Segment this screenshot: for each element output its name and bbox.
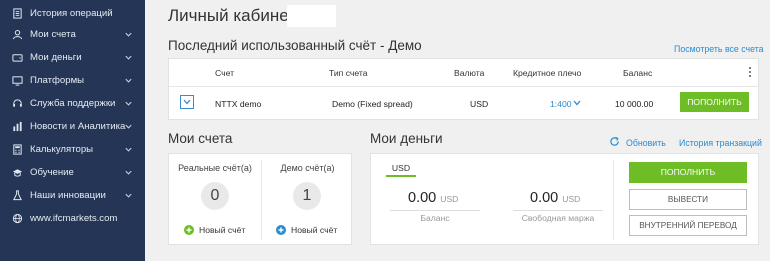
my-money-title: Мои деньги: [370, 131, 443, 146]
sidebar-item-label: Калькуляторы: [30, 144, 94, 155]
refresh-icon[interactable]: [609, 136, 620, 147]
calculator-icon: [10, 143, 24, 157]
demo-accounts-column: Демо счёт(а) 1 Новый счёт: [261, 160, 353, 240]
last-account-table: Счет Тип счета Валюта Кредитное плечо Ба…: [168, 58, 759, 120]
withdraw-button[interactable]: ВЫВЕСТИ: [629, 189, 747, 210]
chevron-down-icon: [125, 147, 132, 152]
sidebar-item-label: Новости и Аналитика: [30, 121, 126, 132]
page-title: Личный кабинет: [168, 6, 296, 25]
internal-transfer-button[interactable]: ВНУТРЕННИЙ ПЕРЕВОД: [629, 215, 747, 236]
chevron-down-icon: [573, 100, 581, 106]
sidebar-item-label: Служба поддержки: [30, 98, 116, 109]
wallet-icon: [10, 51, 24, 65]
sidebar-item-support[interactable]: Служба поддержки: [0, 92, 145, 115]
bar-chart-icon: [10, 120, 24, 134]
my-accounts-title: Мои счета: [168, 131, 233, 146]
sidebar-item-website[interactable]: www.ifcmarkets.com: [0, 207, 145, 230]
my-money-card: USD 0.00 USD Баланс 0.00 USD Свободная мар…: [370, 153, 759, 245]
free-margin-amount: 0.00: [530, 190, 559, 206]
free-margin-value: 0.00 USD: [530, 190, 580, 206]
headset-icon: [10, 97, 24, 111]
divider: [390, 210, 480, 211]
chevron-down-icon: [125, 101, 132, 106]
plus-icon: [184, 225, 194, 235]
account-balance: 10 000.00: [615, 98, 654, 109]
balance-value: 0.00 USD: [408, 190, 458, 206]
table-header: Счет Тип счета Валюта Кредитное плечо Ба…: [169, 59, 758, 87]
real-accounts-label: Реальные счёт(а): [178, 163, 252, 173]
globe-icon: [10, 212, 24, 226]
column-header-type: Тип счета: [329, 67, 368, 78]
last-account-title: Последний использованный счёт - Демо: [168, 38, 422, 53]
my-accounts-card: Реальные счёт(а) 0 Новый счёт Демо счёт(…: [168, 153, 352, 245]
plus-icon: [276, 225, 286, 235]
leverage-select[interactable]: 1:400: [550, 99, 572, 109]
real-accounts-count[interactable]: 0: [201, 182, 229, 210]
column-header-balance: Баланс: [623, 67, 653, 78]
account-type: Demo (Fixed spread): [332, 98, 413, 109]
new-real-account-link[interactable]: Новый счёт: [184, 225, 245, 235]
deposit-button[interactable]: ПОПОЛНИТЬ: [680, 92, 749, 112]
expand-row-button[interactable]: [180, 95, 194, 109]
sidebar-item-label: Мои деньги: [30, 52, 82, 63]
sidebar-item-label: Мои счета: [30, 29, 76, 40]
main-content: Личный кабинет Последний использованный …: [145, 0, 770, 261]
chevron-down-icon: [125, 170, 132, 175]
demo-accounts-label: Демо счёт(а): [280, 163, 335, 173]
sidebar-item-label: Наши инновации: [30, 190, 106, 201]
balance-amount: 0.00: [408, 190, 437, 206]
divider: [513, 210, 603, 211]
vertical-divider: [613, 160, 614, 240]
user-icon: [10, 28, 24, 42]
sidebar-item-history[interactable]: История операций: [0, 2, 145, 25]
demo-accounts-count[interactable]: 1: [293, 182, 321, 210]
sidebar: История операций Мои счета Мои деньги Пл…: [0, 0, 145, 261]
sidebar-item-label: www.ifcmarkets.com: [30, 213, 118, 224]
sidebar-item-news[interactable]: Новости и Аналитика: [0, 115, 145, 138]
graduation-cap-icon: [10, 166, 24, 180]
view-all-accounts-link[interactable]: Посмотреть все счета: [674, 44, 764, 54]
sidebar-item-innovations[interactable]: Наши инновации: [0, 184, 145, 207]
document-list-icon: [10, 7, 24, 21]
sidebar-item-label: Обучение: [30, 167, 74, 178]
sidebar-item-education[interactable]: Обучение: [0, 161, 145, 184]
chevron-down-icon: [183, 99, 191, 105]
new-demo-account-link[interactable]: Новый счёт: [276, 225, 337, 235]
balance-label: Баланс: [420, 213, 450, 223]
money-deposit-button[interactable]: ПОПОЛНИТЬ: [629, 162, 747, 183]
sidebar-item-my-accounts[interactable]: Мои счета: [0, 23, 145, 46]
new-account-label: Новый счёт: [291, 225, 338, 235]
transaction-history-link[interactable]: История транзакций: [679, 138, 762, 148]
free-margin-label: Свободная маржа: [521, 213, 595, 223]
active-tab-indicator: [386, 175, 416, 177]
more-options-icon[interactable]: [749, 67, 752, 79]
account-currency: USD: [470, 98, 489, 109]
sidebar-item-label: Платформы: [30, 75, 85, 86]
sidebar-item-calculators[interactable]: Калькуляторы: [0, 138, 145, 161]
chevron-down-icon: [125, 32, 132, 37]
account-name: NTTX demo: [215, 98, 262, 109]
chevron-down-icon: [125, 124, 132, 129]
monitor-icon: [10, 74, 24, 88]
sidebar-item-platforms[interactable]: Платформы: [0, 69, 145, 92]
new-account-label: Новый счёт: [199, 225, 246, 235]
real-accounts-column: Реальные счёт(а) 0 Новый счёт: [169, 154, 261, 246]
redacted-name-block: [287, 5, 336, 27]
free-margin-currency: USD: [562, 194, 581, 204]
chevron-down-icon: [125, 78, 132, 83]
currency-tab-usd[interactable]: USD: [386, 163, 416, 173]
table-row: NTTX demo Demo (Fixed spread) USD 1:400 …: [169, 87, 758, 120]
column-header-account: Счет: [215, 67, 235, 78]
flask-icon: [10, 189, 24, 203]
column-header-leverage: Кредитное плечо: [513, 67, 582, 78]
refresh-link[interactable]: Обновить: [626, 138, 666, 148]
chevron-down-icon: [125, 55, 132, 60]
balance-currency: USD: [440, 194, 459, 204]
sidebar-item-label: История операций: [30, 8, 113, 19]
column-header-currency: Валюта: [454, 67, 485, 78]
sidebar-item-my-money[interactable]: Мои деньги: [0, 46, 145, 69]
chevron-down-icon: [125, 193, 132, 198]
